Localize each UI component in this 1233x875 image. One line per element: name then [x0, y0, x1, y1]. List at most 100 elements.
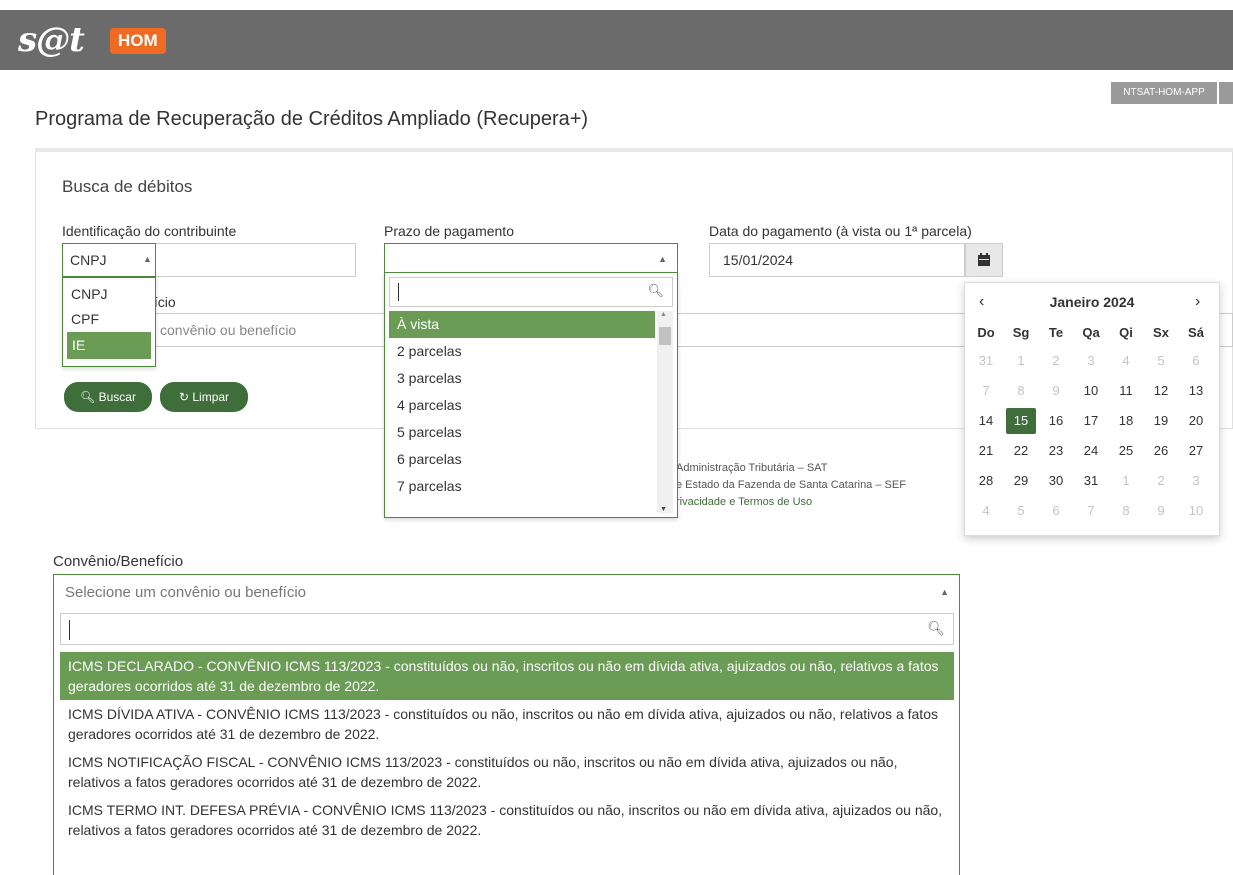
section-title: Busca de débitos [62, 177, 193, 196]
calendar-day[interactable]: 4 [1111, 348, 1141, 374]
calendar-day[interactable]: 2 [1041, 348, 1071, 374]
footer-line-2: e Estado da Fazenda de Santa Catarina – … [676, 479, 906, 491]
prazo-option[interactable]: 6 parcelas [389, 446, 655, 473]
text-cursor [398, 283, 399, 301]
id-option-cnpj[interactable]: CNPJ [63, 282, 155, 307]
calendar-day[interactable]: 3 [1181, 468, 1211, 494]
scroll-down-icon[interactable]: ▼ [660, 506, 667, 513]
calendar-day[interactable]: 15 [1006, 408, 1036, 434]
calendar-day[interactable]: 11 [1111, 378, 1141, 404]
convenio-select[interactable]: Selecione um convênio ou benefício ▲ [53, 574, 960, 610]
refresh-icon: ↻ [178, 390, 190, 404]
calendar-day[interactable]: 5 [1146, 348, 1176, 374]
prazo-option[interactable]: 5 parcelas [389, 419, 655, 446]
environment-badge: HOM [110, 28, 166, 54]
calendar-day[interactable]: 10 [1076, 378, 1106, 404]
app-tag: NTSAT-HOM-APP [1111, 82, 1217, 104]
month-label[interactable]: Janeiro 2024 [965, 294, 1219, 310]
weekday-header: Te [1048, 325, 1064, 340]
scroll-up-icon[interactable]: ▲ [660, 311, 667, 318]
weekday-header: Sx [1153, 325, 1169, 340]
convenio-option[interactable]: ICMS TERMO INT. DEFESA PRÉVIA - CONVÊNIO… [60, 796, 954, 844]
convenio-placeholder: Selecione um convênio ou benefício [65, 584, 306, 601]
text-cursor [69, 620, 70, 640]
id-type-select[interactable]: CNPJ ▲ [62, 243, 156, 277]
footer: Administração Tributária – SAT e Estado … [676, 460, 906, 511]
caret-up-icon: ▲ [658, 254, 667, 264]
convenio-option[interactable]: ICMS NOTIFICAÇÃO FISCAL - CONVÊNIO ICMS … [60, 748, 954, 796]
calendar-day[interactable]: 1 [1111, 468, 1141, 494]
convenio-option-title: ICMS TERMO INT. DEFESA PRÉVIA - CONVÊNIO… [68, 802, 487, 818]
convenio-option-title: ICMS DECLARADO - CONVÊNIO ICMS 113/2023 [68, 658, 382, 674]
calendar-day[interactable]: 18 [1111, 408, 1141, 434]
calendar-day[interactable]: 22 [1006, 438, 1036, 464]
convenio-search-input[interactable]: 🔍︎ [60, 613, 954, 645]
search-icon: 🔍︎ [80, 390, 96, 404]
footer-line-3[interactable]: rivacidade e Termos de Uso [676, 494, 906, 511]
calendar-day[interactable]: 16 [1041, 408, 1071, 434]
datepicker: ‹ Janeiro 2024 › Do Sg Te Qa Qi Sx Sá 31 1 2 3 4 5 6 7… [964, 282, 1220, 536]
data-input[interactable]: 15/01/2024 [709, 243, 965, 277]
calendar-day[interactable]: 9 [1041, 378, 1071, 404]
calendar-button[interactable] [965, 243, 1003, 277]
prazo-option[interactable]: 2 parcelas [389, 338, 655, 365]
weekday-header: Do [977, 325, 995, 340]
page-title: Programa de Recuperação de Créditos Ampl… [35, 108, 589, 130]
limpar-button[interactable]: ↻ Limpar [160, 382, 248, 412]
calendar-day[interactable]: 31 [1076, 468, 1106, 494]
calendar-day[interactable]: 17 [1076, 408, 1106, 434]
calendar-day[interactable]: 31 [971, 348, 1001, 374]
convenio-options-list: ICMS DECLARADO - CONVÊNIO ICMS 113/2023 … [60, 652, 954, 844]
weekday-header: Qa [1082, 325, 1100, 340]
calendar-day[interactable]: 12 [1146, 378, 1176, 404]
calendar-day[interactable]: 1 [1006, 348, 1036, 374]
caret-up-icon: ▲ [940, 587, 949, 597]
calendar-day[interactable]: 13 [1181, 378, 1211, 404]
calendar-day[interactable]: 27 [1181, 438, 1211, 464]
convenio-block: Convênio/Benefício Selecione um convênio… [53, 548, 966, 875]
calendar-day[interactable]: 14 [971, 408, 1001, 434]
id-option-ie[interactable]: IE [67, 332, 151, 359]
calendar-day[interactable]: 7 [971, 378, 1001, 404]
calendar-day[interactable]: 6 [1041, 498, 1071, 524]
convenio-option[interactable]: ICMS DECLARADO - CONVÊNIO ICMS 113/2023 … [60, 652, 954, 700]
conv-placeholder-behind: convênio ou benefício [160, 322, 297, 338]
calendar-day[interactable]: 3 [1076, 348, 1106, 374]
calendar-day[interactable]: 30 [1041, 468, 1071, 494]
prazo-option[interactable]: 4 parcelas [389, 392, 655, 419]
next-month-icon[interactable]: › [1195, 293, 1200, 311]
sat-logo[interactable]: s@t [18, 20, 85, 60]
calendar-day[interactable]: 24 [1076, 438, 1106, 464]
id-type-dropdown: CNPJ CPF IE [62, 277, 156, 367]
calendar-day[interactable]: 7 [1076, 498, 1106, 524]
convenio-option[interactable]: ICMS DÍVIDA ATIVA - CONVÊNIO ICMS 113/20… [60, 700, 954, 748]
calendar-day[interactable]: 4 [971, 498, 1001, 524]
calendar-day[interactable]: 20 [1181, 408, 1211, 434]
scroll-thumb[interactable] [659, 327, 671, 345]
calendar-day[interactable]: 26 [1146, 438, 1176, 464]
app-tag-extra [1219, 82, 1233, 104]
id-label: Identificação do contribuinte [62, 223, 237, 239]
calendar-day[interactable]: 28 [971, 468, 1001, 494]
calendar-day[interactable]: 29 [1006, 468, 1036, 494]
calendar-day[interactable]: 19 [1146, 408, 1176, 434]
calendar-day[interactable]: 25 [1111, 438, 1141, 464]
prazo-option[interactable]: À vista [389, 311, 655, 338]
prazo-option[interactable]: 7 parcelas [389, 473, 655, 500]
calendar-day[interactable]: 2 [1146, 468, 1176, 494]
calendar-day[interactable]: 8 [1006, 378, 1036, 404]
calendar-day[interactable]: 5 [1006, 498, 1036, 524]
id-option-cpf[interactable]: CPF [63, 307, 155, 332]
prazo-scrollbar[interactable]: ▲ ▼ [657, 311, 673, 513]
calendar-day[interactable]: 8 [1111, 498, 1141, 524]
weekday-header: Sg [1012, 325, 1030, 340]
calendar-day[interactable]: 23 [1041, 438, 1071, 464]
calendar-day[interactable]: 6 [1181, 348, 1211, 374]
caret-up-icon: ▲ [143, 254, 152, 264]
calendar-day[interactable]: 10 [1181, 498, 1211, 524]
prazo-option[interactable]: 3 parcelas [389, 365, 655, 392]
prazo-search-input[interactable]: 🔍︎ [389, 277, 673, 307]
calendar-day[interactable]: 21 [971, 438, 1001, 464]
calendar-day[interactable]: 9 [1146, 498, 1176, 524]
buscar-button[interactable]: 🔍︎ Buscar [64, 382, 152, 412]
